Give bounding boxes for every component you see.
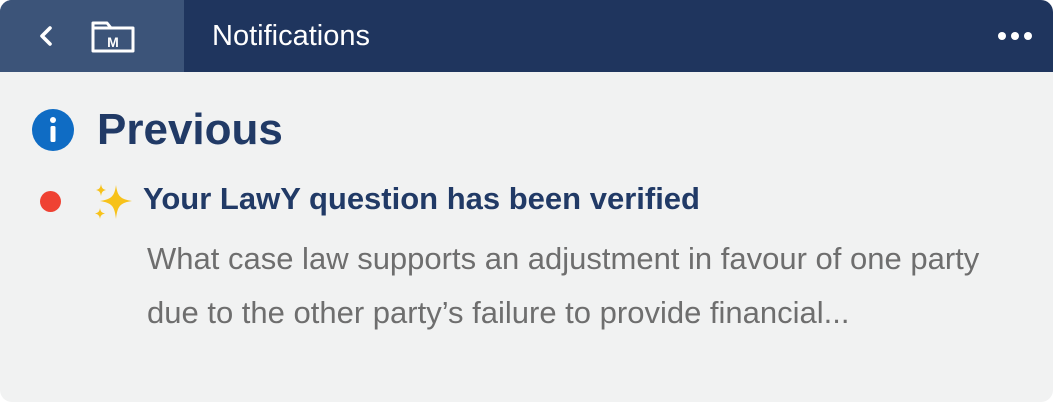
nav-block: M <box>0 0 184 72</box>
back-button[interactable] <box>30 20 62 52</box>
chevron-left-icon <box>40 26 52 46</box>
info-icon <box>32 109 74 151</box>
notifications-panel: M Notifications Previous Your LawY quest… <box>0 0 1053 402</box>
more-horizontal-icon <box>998 32 1032 40</box>
folder-m-icon: M <box>91 21 135 53</box>
more-options-button[interactable] <box>995 18 1035 54</box>
page-title: Notifications <box>212 20 370 52</box>
folder-badge: M <box>107 34 119 50</box>
section-header: Previous <box>31 104 283 156</box>
notification-item[interactable]: Your LawY question has been verified Wha… <box>0 174 1053 334</box>
unread-indicator <box>40 191 61 212</box>
header-bar: M Notifications <box>0 0 1053 72</box>
folder-button[interactable]: M <box>88 14 138 58</box>
notification-body: What case law supports an adjustment in … <box>147 241 980 330</box>
section-title: Previous <box>97 105 283 154</box>
sparkles-icon <box>95 184 132 219</box>
notification-title: Your LawY question has been verified <box>143 181 700 216</box>
